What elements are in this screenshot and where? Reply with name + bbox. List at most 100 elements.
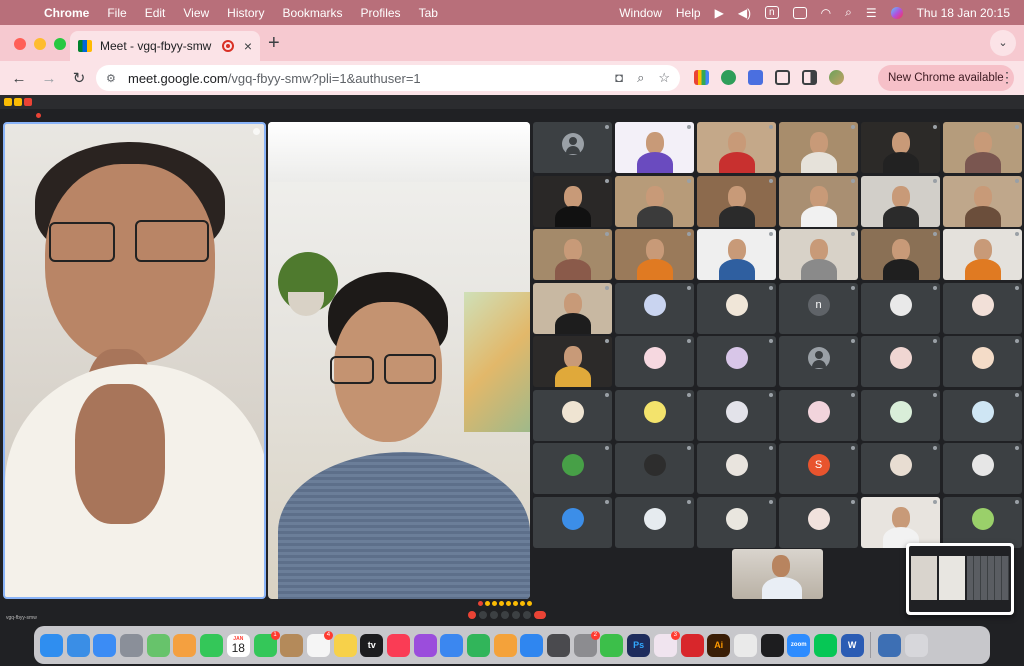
input-source-icon[interactable]: n: [765, 6, 779, 19]
camera-button[interactable]: [479, 611, 487, 619]
camera-in-use-icon[interactable]: ◘: [615, 70, 623, 86]
reaction-party-icon[interactable]: [527, 601, 532, 606]
participant-tile[interactable]: [697, 229, 776, 280]
dock-reminders-icon[interactable]: 4: [306, 630, 333, 657]
emoji-chip-icon[interactable]: [14, 98, 22, 106]
participant-tile[interactable]: [779, 122, 858, 173]
menu-history[interactable]: History: [227, 6, 264, 20]
site-settings-icon[interactable]: ⚙: [106, 72, 120, 85]
participant-tile[interactable]: [779, 389, 858, 441]
dock-finder-icon[interactable]: [40, 633, 63, 657]
participant-tile[interactable]: [943, 496, 1022, 548]
raise-hand-button[interactable]: [501, 611, 509, 619]
participant-tile[interactable]: [779, 229, 858, 280]
participant-tile[interactable]: [615, 443, 694, 494]
chrome-menu-icon[interactable]: ⋮: [1000, 69, 1014, 86]
participant-tile[interactable]: [943, 122, 1022, 173]
dock-mail-icon[interactable]: [93, 633, 117, 657]
participant-tile[interactable]: [533, 389, 612, 441]
profile-avatar[interactable]: [829, 70, 844, 85]
more-options-button[interactable]: [523, 611, 531, 619]
dock-podcasts-icon[interactable]: [413, 633, 437, 657]
menu-file[interactable]: File: [107, 6, 126, 20]
dock-photoshop-icon[interactable]: Ps: [627, 633, 651, 657]
participant-tile[interactable]: [615, 175, 694, 227]
volume-icon[interactable]: ◀): [738, 6, 751, 20]
dock-quicktime-icon[interactable]: [547, 633, 571, 657]
participant-tile[interactable]: [697, 336, 776, 387]
participant-tile[interactable]: [697, 175, 776, 227]
participant-tile[interactable]: [943, 336, 1022, 387]
tab-search-button[interactable]: ⌄: [990, 30, 1016, 56]
participant-tile[interactable]: [533, 496, 612, 548]
dock-facetime-icon[interactable]: [200, 633, 224, 657]
address-bar[interactable]: ⚙ meet.google.com/vgq-fbyy-smw?pli=1&aut…: [96, 65, 680, 91]
participant-tile[interactable]: [943, 175, 1022, 227]
participant-tile[interactable]: n: [779, 282, 858, 334]
record-chip-icon[interactable]: [24, 98, 32, 106]
dock-system-settings-icon[interactable]: 2: [573, 630, 600, 657]
back-button[interactable]: ←: [6, 70, 32, 87]
control-center-icon[interactable]: ☰: [866, 6, 877, 20]
participant-tile[interactable]: [861, 229, 940, 280]
reaction-sad-icon[interactable]: [513, 601, 518, 606]
participant-tile[interactable]: [533, 122, 612, 173]
battery-icon[interactable]: [792, 6, 807, 19]
participant-tile[interactable]: [615, 336, 694, 387]
menu-profiles[interactable]: Profiles: [361, 6, 401, 20]
dock-photos-icon[interactable]: [173, 633, 197, 657]
sheets-grid-extension-icon[interactable]: [694, 70, 709, 85]
menu-help[interactable]: Help: [676, 6, 701, 20]
dock-illustrator-icon[interactable]: Ai: [707, 633, 731, 657]
participant-tile[interactable]: [615, 389, 694, 441]
reaction-heart-icon[interactable]: [478, 601, 483, 606]
dock-maps-icon[interactable]: [146, 633, 170, 657]
dock-line-icon[interactable]: [813, 633, 837, 657]
participant-tile[interactable]: [943, 229, 1022, 280]
dock-tv-icon[interactable]: tv: [360, 633, 384, 657]
participant-tile[interactable]: [861, 282, 940, 334]
participant-tile[interactable]: [861, 175, 940, 227]
dock-app-store-icon[interactable]: [520, 633, 544, 657]
participant-tile[interactable]: [615, 229, 694, 280]
dock-numbers-icon[interactable]: [467, 633, 490, 657]
dock-trash-icon[interactable]: [904, 633, 928, 657]
dock-contacts-icon[interactable]: [280, 633, 304, 657]
participant-tile[interactable]: [779, 336, 858, 387]
participant-tile[interactable]: [697, 282, 776, 334]
participant-tile[interactable]: [861, 336, 940, 387]
menu-bookmarks[interactable]: Bookmarks: [283, 6, 343, 20]
dock-terminal-icon[interactable]: [760, 633, 784, 657]
present-button[interactable]: [512, 611, 520, 619]
dock-zoom-icon[interactable]: zoom: [787, 633, 811, 657]
reaction-thumb-icon[interactable]: [485, 601, 490, 606]
participant-tile[interactable]: [533, 336, 612, 387]
minimize-window-button[interactable]: [34, 38, 46, 50]
menu-window[interactable]: Window: [619, 6, 662, 20]
new-tab-button[interactable]: +: [268, 32, 280, 55]
participant-tile[interactable]: [615, 282, 694, 334]
participant-tile[interactable]: [861, 122, 940, 173]
participant-tile[interactable]: [697, 122, 776, 173]
participant-tile[interactable]: [861, 496, 940, 548]
participant-tile[interactable]: [861, 389, 940, 441]
dock-notes-icon[interactable]: [333, 633, 357, 657]
pinned-tile-presenter-1[interactable]: [3, 122, 266, 599]
mic-button[interactable]: [468, 611, 476, 619]
menu-tab[interactable]: Tab: [419, 6, 438, 20]
pinned-tile-presenter-2[interactable]: [268, 122, 530, 599]
dock-safari-icon[interactable]: [66, 633, 90, 657]
dock-word-icon[interactable]: W: [840, 633, 864, 657]
dock-pages-icon[interactable]: [493, 633, 517, 657]
participant-tile[interactable]: [533, 229, 612, 280]
participant-tile[interactable]: [943, 443, 1022, 494]
tab-meet[interactable]: Meet - vgq-fbyy-smw ×: [70, 31, 260, 61]
spotlight-search-icon[interactable]: ⌕: [845, 5, 852, 20]
zoom-window-button[interactable]: [54, 38, 66, 50]
dock-launchpad-icon[interactable]: [120, 633, 144, 657]
globe-extension-icon[interactable]: [721, 70, 736, 85]
participant-tile[interactable]: [697, 496, 776, 548]
dock-chrome-icon[interactable]: [733, 633, 757, 657]
participant-tile[interactable]: [779, 175, 858, 227]
reaction-wow-icon[interactable]: [506, 601, 511, 606]
